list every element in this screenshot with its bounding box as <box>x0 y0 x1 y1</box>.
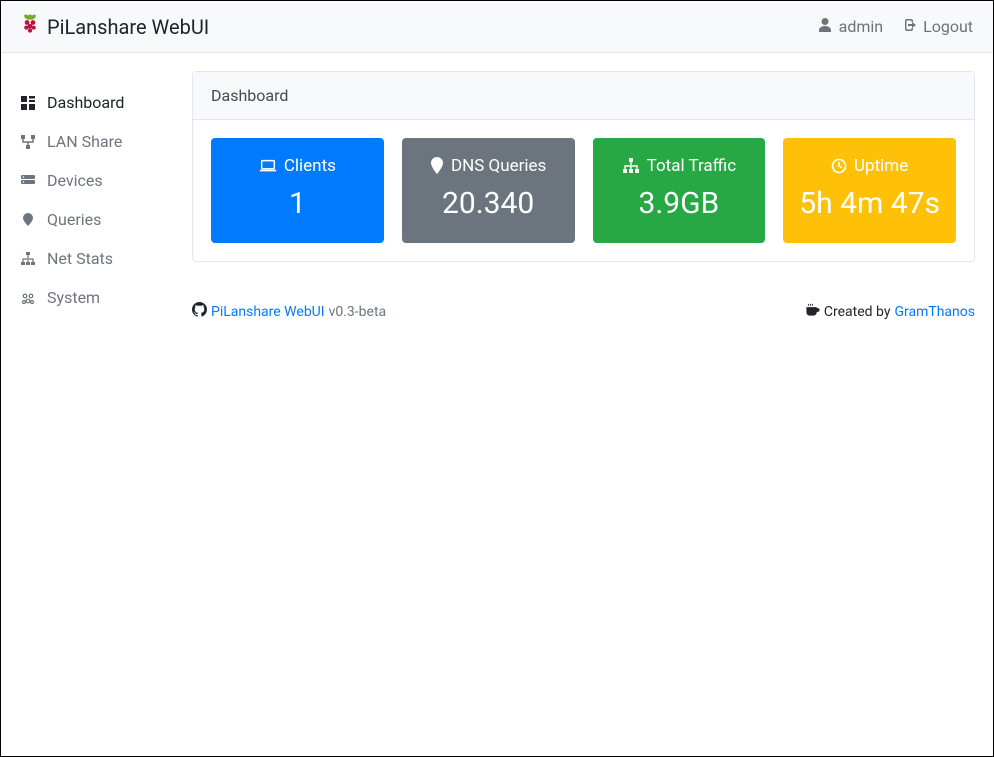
user-icon <box>817 17 833 37</box>
sidebar-item-devices[interactable]: Devices <box>19 161 174 200</box>
laptop-icon <box>259 158 277 174</box>
version-text: v0.3-beta <box>329 304 387 320</box>
clock-icon <box>831 158 847 174</box>
page-title: Dashboard <box>193 72 974 120</box>
sidebar-item-system[interactable]: System <box>19 278 174 317</box>
coffee-icon <box>805 302 820 321</box>
raspberry-pi-icon <box>21 13 39 40</box>
stat-traffic-value: 3.9GB <box>603 186 756 221</box>
user-link[interactable]: admin <box>817 17 883 37</box>
content: Dashboard Clients 1 <box>192 71 975 321</box>
sidebar-item-label: Dashboard <box>47 93 124 112</box>
github-icon <box>192 302 207 321</box>
created-by-text: Created by <box>824 304 891 320</box>
stat-dns-label: DNS Queries <box>412 156 565 176</box>
stat-uptime: Uptime 5h 4m 47s <box>783 138 956 243</box>
navbar-right: admin Logout <box>817 17 973 37</box>
system-icon <box>19 289 37 307</box>
stat-traffic-label: Total Traffic <box>603 156 756 176</box>
sidebar-item-label: Queries <box>47 210 101 229</box>
queries-icon <box>19 211 37 229</box>
stat-uptime-label: Uptime <box>793 156 946 176</box>
sidebar: Dashboard LAN Share Devices Queries Net … <box>19 71 174 321</box>
stat-clients-value: 1 <box>221 186 374 221</box>
devices-icon <box>19 172 37 190</box>
sidebar-item-dashboard[interactable]: Dashboard <box>19 83 174 122</box>
stats-row: Clients 1 DNS Queries 20.340 <box>193 120 974 261</box>
stat-clients: Clients 1 <box>211 138 384 243</box>
footer-left: PiLanshare WebUI v0.3-beta <box>192 302 386 321</box>
navbar: PiLanshare WebUI admin Logout <box>1 1 993 53</box>
sidebar-item-netstats[interactable]: Net Stats <box>19 239 174 278</box>
network-icon <box>622 158 640 174</box>
dashboard-icon <box>19 94 37 112</box>
main-wrap: Dashboard LAN Share Devices Queries Net … <box>1 53 993 321</box>
brand-text: PiLanshare WebUI <box>47 15 209 39</box>
sidebar-item-label: LAN Share <box>47 132 122 151</box>
user-label: admin <box>839 17 883 36</box>
stat-dns: DNS Queries 20.340 <box>402 138 575 243</box>
marker-icon <box>430 157 444 175</box>
dashboard-card: Dashboard Clients 1 <box>192 71 975 262</box>
logout-link[interactable]: Logout <box>901 17 973 37</box>
footer-right: Created by GramThanos <box>805 302 975 321</box>
author-link[interactable]: GramThanos <box>894 304 975 320</box>
stat-dns-value: 20.340 <box>412 186 565 221</box>
stat-clients-label: Clients <box>221 156 374 176</box>
repo-link[interactable]: PiLanshare WebUI <box>211 304 325 320</box>
logout-icon <box>901 17 917 37</box>
brand[interactable]: PiLanshare WebUI <box>21 13 209 40</box>
logout-label: Logout <box>923 17 973 36</box>
stat-uptime-value: 5h 4m 47s <box>793 186 946 221</box>
sidebar-item-queries[interactable]: Queries <box>19 200 174 239</box>
stat-traffic: Total Traffic 3.9GB <box>593 138 766 243</box>
sidebar-item-label: System <box>47 288 100 307</box>
footer: PiLanshare WebUI v0.3-beta Created by Gr… <box>192 282 975 321</box>
sidebar-item-lanshare[interactable]: LAN Share <box>19 122 174 161</box>
sidebar-item-label: Net Stats <box>47 249 113 268</box>
netstats-icon <box>19 250 37 268</box>
sidebar-item-label: Devices <box>47 171 103 190</box>
lanshare-icon <box>19 133 37 151</box>
